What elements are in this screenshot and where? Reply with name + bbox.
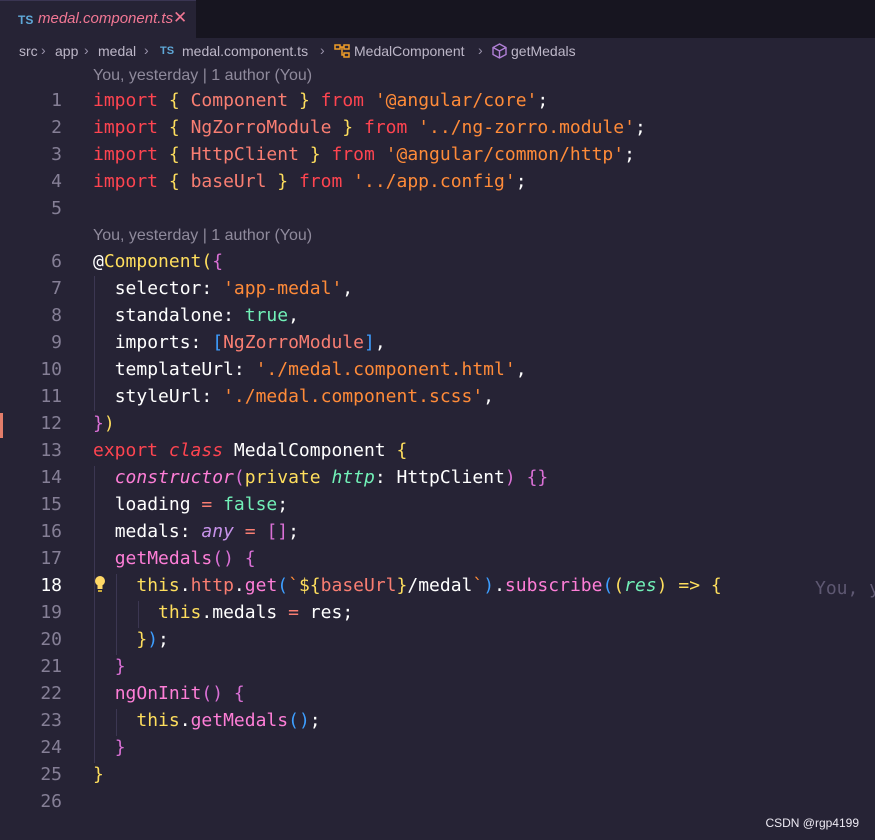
tab-label: medal.component.ts [38, 10, 174, 27]
code-line-11[interactable]: styleUrl: './medal.component.scss', [93, 386, 494, 407]
tab-medal-component-ts[interactable]: TS medal.component.ts ✕ [0, 0, 196, 38]
breadcrumb-class[interactable]: MedalComponent [354, 43, 465, 59]
breadcrumb-app[interactable]: app [55, 43, 78, 59]
code-line-17[interactable]: getMedals() { [93, 548, 256, 569]
code-line-3[interactable]: import { HttpClient } from '@angular/com… [93, 144, 635, 165]
line-number: 13 [40, 440, 62, 461]
code-line-19[interactable]: this.medals = res; [93, 602, 353, 623]
line-number: 1 [51, 90, 62, 111]
line-number: 2 [51, 117, 62, 138]
line-number: 16 [40, 521, 62, 542]
line-number: 20 [40, 629, 62, 650]
code-line-25[interactable]: } [93, 764, 104, 785]
git-blame-annotation[interactable]: You, yesterday | 1 author (You) [93, 67, 312, 85]
close-icon[interactable]: ✕ [173, 8, 187, 28]
code-line-1[interactable]: import { Component } from '@angular/core… [93, 90, 548, 111]
code-line-23[interactable]: this.getMedals(); [93, 710, 320, 731]
line-number: 5 [51, 198, 62, 219]
line-number: 24 [40, 737, 62, 758]
line-number: 10 [40, 359, 62, 380]
line-number: 11 [40, 386, 62, 407]
chevron-right-icon: › [144, 42, 149, 58]
line-number: 9 [51, 332, 62, 353]
lightbulb-icon[interactable] [94, 575, 106, 597]
chevron-right-icon: › [41, 42, 46, 58]
breadcrumb-medal[interactable]: medal [98, 43, 136, 59]
typescript-file-icon: TS [160, 45, 175, 57]
code-line-7[interactable]: selector: 'app-medal', [93, 278, 353, 299]
line-number: 3 [51, 144, 62, 165]
code-line-21[interactable]: } [93, 656, 126, 677]
line-number: 14 [40, 467, 62, 488]
breadcrumb-method[interactable]: getMedals [511, 43, 576, 59]
code-line-13[interactable]: export class MedalComponent { [93, 440, 407, 461]
line-number: 19 [40, 602, 62, 623]
chevron-right-icon: › [478, 42, 483, 58]
code-line-22[interactable]: ngOnInit() { [93, 683, 245, 704]
line-number: 6 [51, 251, 62, 272]
watermark: CSDN @rgp4199 [765, 816, 859, 830]
line-number: 22 [40, 683, 62, 704]
breadcrumb-src[interactable]: src [19, 43, 38, 59]
code-line-14[interactable]: constructor(private http: HttpClient) {} [93, 467, 549, 488]
chevron-right-icon: › [320, 42, 325, 58]
typescript-file-icon: TS [18, 13, 34, 27]
code-line-4[interactable]: import { baseUrl } from '../app.config'; [93, 171, 527, 192]
code-line-24[interactable]: } [93, 737, 126, 758]
code-line-15[interactable]: loading = false; [93, 494, 288, 515]
class-icon [334, 44, 350, 58]
line-number: 15 [40, 494, 62, 515]
line-number: 12 [40, 413, 62, 434]
line-number: 23 [40, 710, 62, 731]
line-number: 25 [40, 764, 62, 785]
line-number: 26 [40, 791, 62, 812]
code-line-9[interactable]: imports: [NgZorroModule], [93, 332, 386, 353]
line-number: 17 [40, 548, 62, 569]
code-line-2[interactable]: import { NgZorroModule } from '../ng-zor… [93, 117, 646, 138]
code-line-16[interactable]: medals: any = []; [93, 521, 299, 542]
code-line-18[interactable]: this.http.get(`${baseUrl}/medal`).subscr… [93, 575, 721, 596]
line-number: 7 [51, 278, 62, 299]
breadcrumb: src › app › medal › TS medal.component.t… [0, 38, 875, 64]
line-number-active: 18 [40, 575, 62, 596]
method-cube-icon [492, 43, 507, 59]
code-line-8[interactable]: standalone: true, [93, 305, 299, 326]
code-line-12[interactable]: }) [93, 413, 115, 434]
git-blame-annotation[interactable]: You, yesterday | 1 author (You) [93, 227, 312, 245]
inline-blame[interactable]: You, y [815, 578, 875, 599]
chevron-right-icon: › [84, 42, 89, 58]
code-line-6[interactable]: @Component({ [93, 251, 223, 272]
line-number: 21 [40, 656, 62, 677]
code-line-10[interactable]: templateUrl: './medal.component.html', [93, 359, 527, 380]
line-number: 8 [51, 305, 62, 326]
breadcrumb-file[interactable]: medal.component.ts [182, 43, 308, 59]
line-number: 4 [51, 171, 62, 192]
tab-bar: TS medal.component.ts ✕ [0, 0, 875, 38]
code-line-20[interactable]: }); [93, 629, 169, 650]
